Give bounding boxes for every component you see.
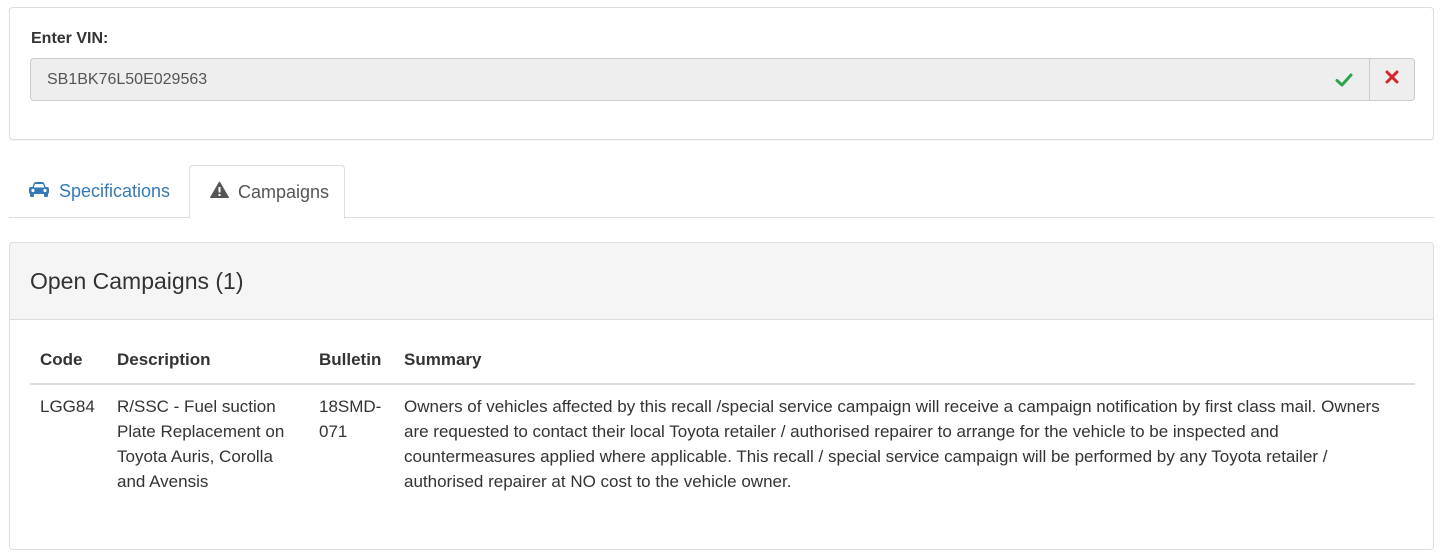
column-header-bulletin: Bulletin — [309, 339, 394, 385]
tab-specifications-label: Specifications — [59, 181, 171, 201]
vin-panel: Enter VIN: SB1BK76L50E029563 — [9, 7, 1434, 140]
clear-vin-button[interactable] — [1369, 58, 1415, 101]
vin-value: SB1BK76L50E029563 — [47, 70, 208, 88]
tab-campaigns[interactable]: Campaigns — [189, 165, 345, 219]
column-header-summary: Summary — [394, 339, 1415, 385]
check-icon — [1335, 71, 1353, 89]
panel-heading: Open Campaigns (1) — [10, 243, 1433, 320]
column-header-description: Description — [107, 339, 309, 385]
campaigns-panel: Open Campaigns (1) Code Description Bull… — [9, 242, 1434, 550]
column-header-code: Code — [30, 339, 107, 385]
car-icon — [28, 180, 59, 203]
cell-code: LGG84 — [40, 397, 95, 416]
close-icon — [1385, 70, 1399, 89]
cell-bulletin: 18SMD-071 — [319, 397, 382, 441]
table-header-row: Code Description Bulletin Summary — [30, 339, 1415, 385]
cell-summary: Owners of vehicles affected by this reca… — [404, 397, 1380, 491]
warning-icon — [210, 181, 238, 203]
campaigns-table-wrap: Code Description Bulletin Summary LGG84 … — [30, 339, 1415, 503]
tab-bar: Specifications Campaigns — [9, 165, 1434, 219]
campaigns-table: Code Description Bulletin Summary LGG84 … — [30, 339, 1415, 503]
tab-specifications[interactable]: Specifications — [18, 165, 180, 218]
vin-input-group: SB1BK76L50E029563 — [30, 58, 1415, 101]
vin-label: Enter VIN: — [31, 30, 109, 47]
cell-description: R/SSC - Fuel suction Plate Replacement o… — [117, 397, 285, 491]
tab-campaigns-label: Campaigns — [238, 181, 330, 202]
table-row: LGG84 R/SSC - Fuel suction Plate Replace… — [30, 384, 1415, 503]
vin-input[interactable]: SB1BK76L50E029563 — [30, 58, 1369, 101]
